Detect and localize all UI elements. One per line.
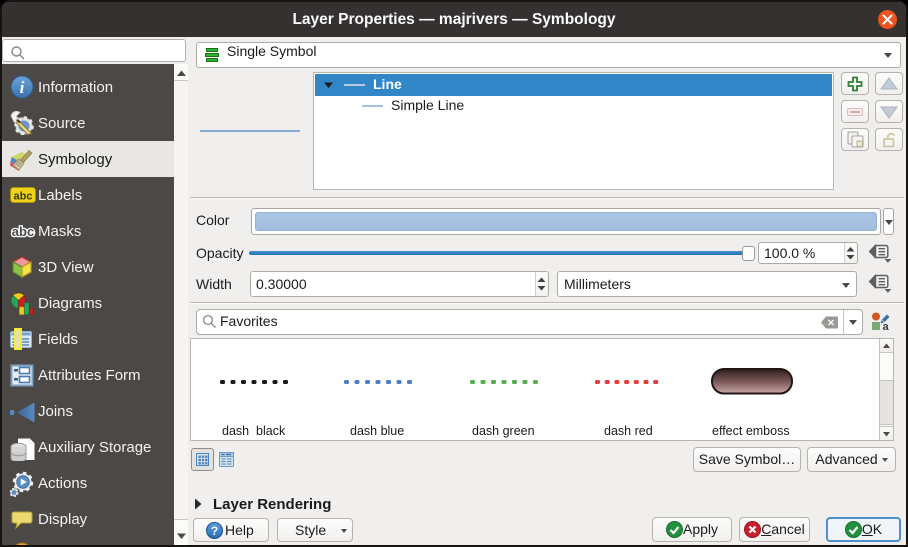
svg-text:abc: abc (12, 224, 34, 239)
svg-text:a: a (882, 321, 889, 331)
svg-text:i: i (20, 78, 25, 97)
svg-text:?: ? (211, 524, 218, 538)
svg-text:abc: abc (14, 191, 33, 203)
